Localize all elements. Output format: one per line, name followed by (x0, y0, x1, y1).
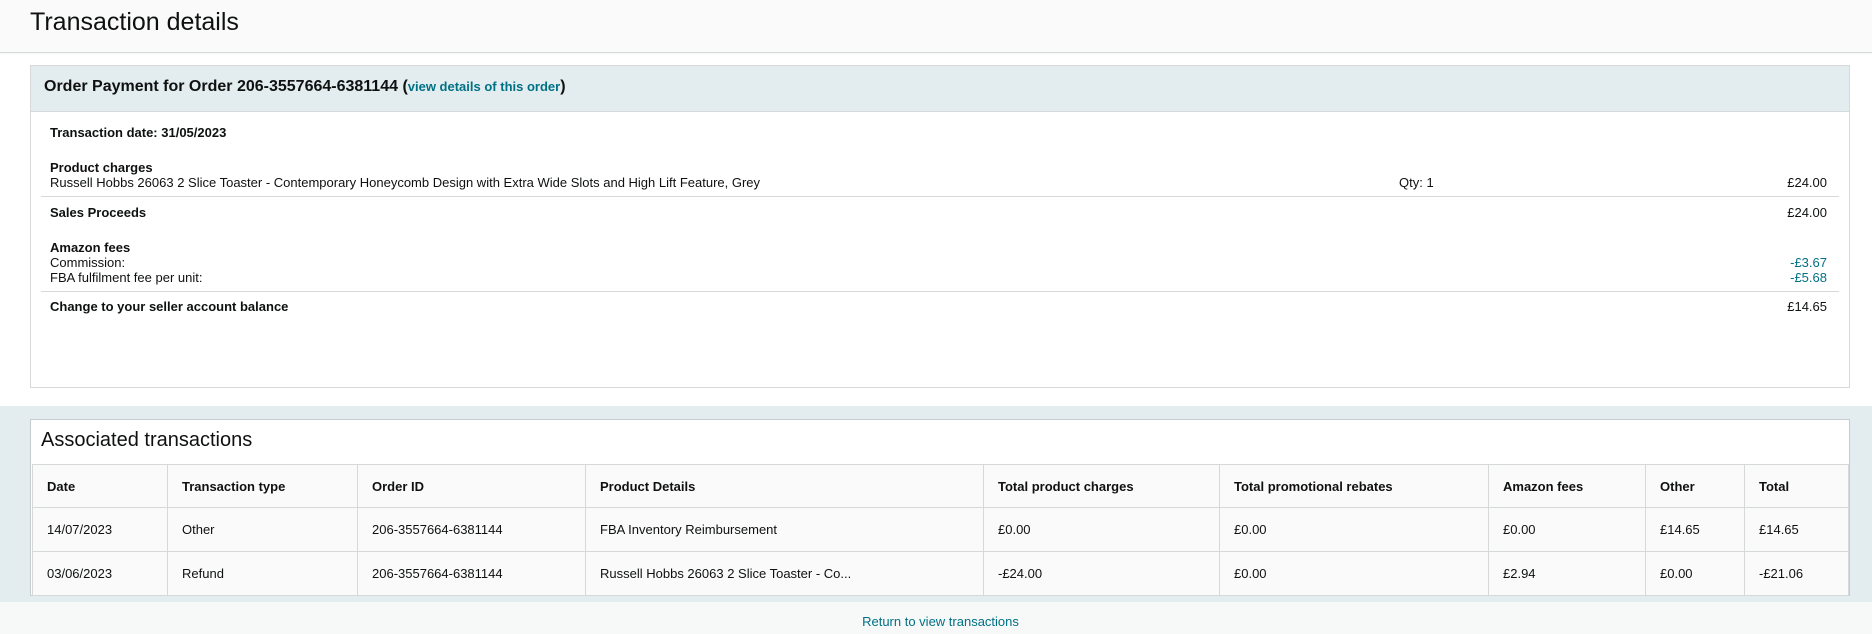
balance-change-amount: £14.65 (1787, 299, 1827, 314)
page-title: Transaction details (30, 8, 239, 36)
column-header-promo-rebates: Total promotional rebates (1219, 464, 1489, 508)
cell-order-id: 206-3557664-6381144 (357, 551, 586, 596)
commission-amount: -£3.67 (1790, 255, 1827, 270)
column-header-date: Date (32, 464, 168, 508)
order-payment-heading-text: Order Payment for Order 206-3557664-6381… (44, 78, 408, 95)
view-order-details-link[interactable]: view details of this order (408, 79, 560, 94)
cell-promo-rebates: £0.00 (1219, 551, 1489, 596)
cell-other: £14.65 (1645, 507, 1745, 552)
column-header-other: Other (1645, 464, 1745, 508)
divider (41, 291, 1839, 292)
cell-promo-rebates: £0.00 (1219, 507, 1489, 552)
divider (41, 196, 1839, 197)
column-header-product-charges: Total product charges (983, 464, 1220, 508)
column-header-product: Product Details (585, 464, 984, 508)
column-header-amazon-fees: Amazon fees (1488, 464, 1646, 508)
cell-product: FBA Inventory Reimbursement (585, 507, 984, 552)
associated-transactions-table: Date Transaction type Order ID Product D… (32, 464, 1849, 596)
associated-transactions-panel: Associated transactions Date Transaction… (30, 419, 1850, 596)
column-header-order-id: Order ID (357, 464, 586, 508)
sales-proceeds-label: Sales Proceeds (50, 205, 147, 220)
order-payment-panel: Order Payment for Order 206-3557664-6381… (30, 65, 1850, 388)
cell-total: -£21.06 (1744, 551, 1849, 596)
cell-type: Refund (167, 551, 358, 596)
product-name: Russell Hobbs 26063 2 Slice Toaster - Co… (50, 175, 761, 190)
amazon-fees-label: Amazon fees (50, 240, 131, 255)
return-to-transactions-link[interactable]: Return to view transactions (0, 614, 1872, 629)
commission-label: Commission: (50, 255, 126, 270)
product-qty: Qty: 1 (1399, 175, 1434, 190)
associated-transactions-title: Associated transactions (41, 429, 253, 451)
cell-type: Other (167, 507, 358, 552)
transaction-date: Transaction date: 31/05/2023 (50, 125, 227, 140)
cell-total: £14.65 (1744, 507, 1849, 552)
product-charges-amount: £24.00 (1787, 175, 1827, 190)
balance-change-label: Change to your seller account balance (50, 299, 289, 314)
table-header-row: Date Transaction type Order ID Product D… (32, 464, 1849, 508)
page-header: Transaction details (0, 0, 1872, 53)
cell-date: 03/06/2023 (32, 551, 168, 596)
cell-product: Russell Hobbs 26063 2 Slice Toaster - Co… (585, 551, 984, 596)
sales-proceeds-amount: £24.00 (1787, 205, 1827, 220)
cell-amazon-fees: £0.00 (1488, 507, 1646, 552)
column-header-total: Total (1744, 464, 1849, 508)
cell-product-charges: £0.00 (983, 507, 1220, 552)
table-row: 14/07/2023 Other 206-3557664-6381144 FBA… (32, 507, 1849, 552)
cell-other: £0.00 (1645, 551, 1745, 596)
order-payment-heading: Order Payment for Order 206-3557664-6381… (31, 66, 1849, 112)
product-charges-label: Product charges (50, 160, 153, 175)
cell-amazon-fees: £2.94 (1488, 551, 1646, 596)
cell-product-charges: -£24.00 (983, 551, 1220, 596)
column-header-type: Transaction type (167, 464, 358, 508)
cell-date: 14/07/2023 (32, 507, 168, 552)
order-payment-heading-close: ) (560, 78, 566, 95)
fba-fee-amount: -£5.68 (1790, 270, 1827, 285)
fba-fee-label: FBA fulfilment fee per unit: (50, 270, 203, 285)
cell-order-id: 206-3557664-6381144 (357, 507, 586, 552)
table-row: 03/06/2023 Refund 206-3557664-6381144 Ru… (32, 551, 1849, 596)
